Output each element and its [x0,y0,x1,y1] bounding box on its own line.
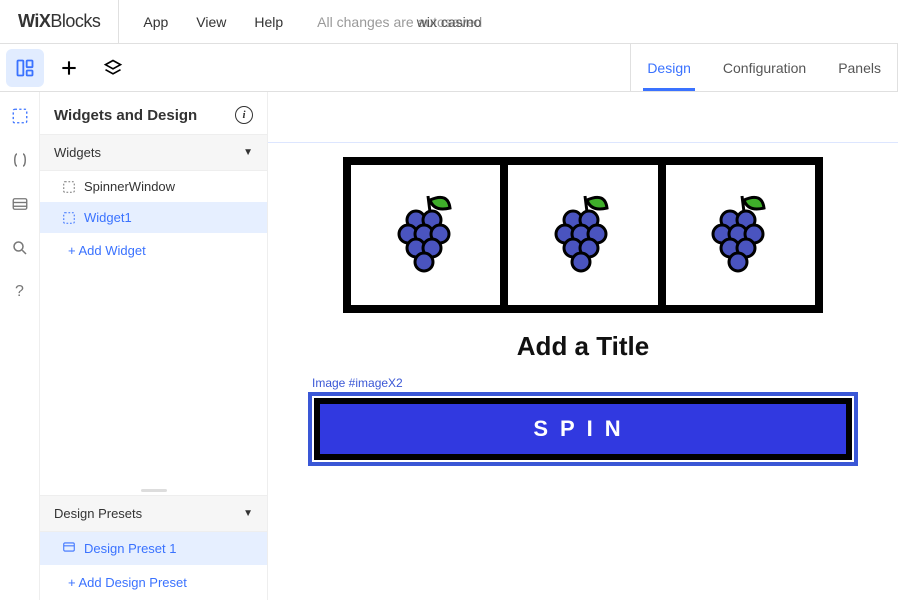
top-bar: WiXBlocks App View Help All changes are … [0,0,898,44]
tab-design[interactable]: Design [631,44,707,91]
rail-search-icon[interactable] [8,236,32,260]
spin-button[interactable]: SPIN [320,404,846,454]
slot-machine-frame[interactable] [343,157,823,313]
widgets-section-label: Widgets [54,145,101,160]
layout-icon-button[interactable] [6,49,44,87]
editor-tabs: Design Configuration Panels [630,44,898,91]
menu-view[interactable]: View [196,14,226,30]
grape-icon [700,190,780,280]
tab-panels[interactable]: Panels [822,44,897,91]
spin-button-frame: SPIN [314,398,852,460]
toolbar: Design Configuration Panels [0,44,898,92]
main-area: ? Widgets and Design i Widgets ▼ Spinner… [0,92,898,600]
rail-widgets-icon[interactable] [8,104,32,128]
preset-icon [62,540,76,557]
menu-help[interactable]: Help [254,14,283,30]
preset-item-1[interactable]: Design Preset 1 [40,532,267,565]
slot-cell-2 [508,165,665,305]
panel-header: Widgets and Design i [40,92,267,134]
selected-element-outline: SPIN [308,392,858,466]
widget-icon [62,180,76,194]
logo-bold: WiX [18,11,50,32]
preset-item-label: Design Preset 1 [84,541,177,556]
tab-configuration[interactable]: Configuration [707,44,822,91]
slot-cell-1 [351,165,508,305]
layers-icon-button[interactable] [94,49,132,87]
add-preset-link[interactable]: + Add Design Preset [40,565,267,600]
add-widget-link[interactable]: + Add Widget [40,233,267,268]
rail-database-icon[interactable] [8,192,32,216]
widget-icon [62,211,76,225]
rail-code-icon[interactable] [8,148,32,172]
plus-icon [59,58,79,78]
widget-item-label: SpinnerWindow [84,179,175,194]
menu-app[interactable]: App [143,14,168,30]
widget-item-spinnerwindow[interactable]: SpinnerWindow [40,171,267,202]
grape-icon [543,190,623,280]
presets-section-header[interactable]: Design Presets ▼ [40,495,267,532]
logo: WiXBlocks [0,0,119,43]
side-panel: Widgets and Design i Widgets ▼ SpinnerWi… [40,92,268,600]
widget-title-placeholder[interactable]: Add a Title [308,331,858,362]
info-icon[interactable]: i [235,106,253,124]
slot-cell-3 [666,165,815,305]
widgets-section-header[interactable]: Widgets ▼ [40,134,267,171]
widget-item-widget1[interactable]: Widget1 [40,202,267,233]
chevron-down-icon: ▼ [243,508,253,519]
panel-title: Widgets and Design [54,107,197,124]
rail-help-icon[interactable]: ? [8,280,32,304]
project-name[interactable]: wix casino [417,14,482,30]
panel-resize-handle[interactable] [40,485,267,495]
stage: Add a Title Image #imageX2 SPIN [268,143,898,466]
canvas[interactable]: Add a Title Image #imageX2 SPIN [268,92,898,600]
widget-item-label: Widget1 [84,210,132,225]
selection-label: Image #imageX2 [312,376,858,390]
chevron-down-icon: ▼ [243,147,253,158]
presets-section-label: Design Presets [54,506,142,521]
layout-icon [15,58,35,78]
grape-icon [386,190,466,280]
left-rail: ? [0,92,40,600]
add-icon-button[interactable] [50,49,88,87]
layers-icon [103,58,123,78]
logo-light: Blocks [50,11,100,32]
